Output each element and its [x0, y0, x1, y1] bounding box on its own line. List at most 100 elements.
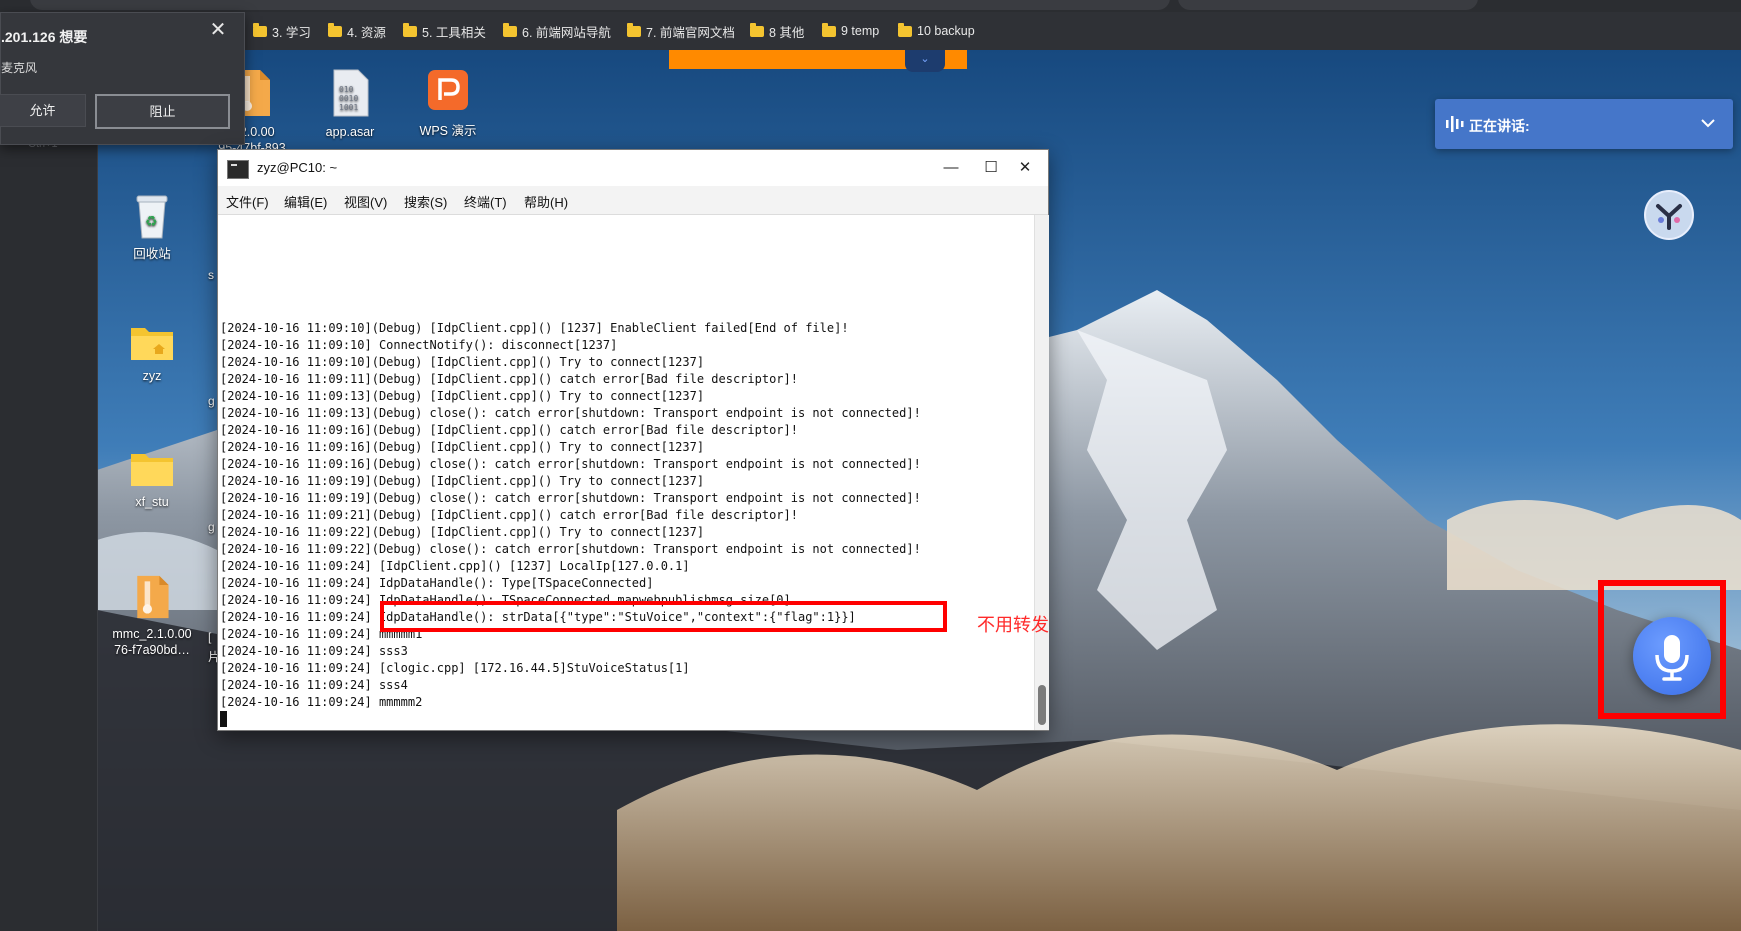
home-folder-icon: [131, 328, 173, 360]
terminal-line: [2024-10-16 11:09:11](Debug) [IdpClient.…: [220, 372, 798, 386]
terminal-window: zyz@PC10: ~ — ☐ ✕ 文件(F) 编辑(E) 视图(V) 搜索(S…: [217, 149, 1049, 731]
terminal-line: [2024-10-16 11:09:19](Debug) [IdpClient.…: [220, 474, 705, 488]
terminal-title: zyz@PC10: ~: [257, 160, 338, 175]
allow-button[interactable]: 允许: [0, 94, 86, 127]
desktop-icon-label: zyz: [142, 369, 162, 383]
terminal-line: [2024-10-16 11:09:16](Debug) close(): ca…: [220, 457, 921, 471]
desktop-icon-label: 回收站: [133, 247, 171, 261]
close-button[interactable]: ✕: [1008, 154, 1042, 182]
permission-title: .201.126 想要: [1, 29, 88, 45]
bookmark-folder[interactable]: 4. 资源: [328, 20, 386, 42]
bookmark-folder[interactable]: 6. 前端网站导航: [503, 20, 611, 42]
desktop-icon-label: xf_stu: [135, 495, 169, 509]
terminal-line: [2024-10-16 11:09:16](Debug) [IdpClient.…: [220, 440, 705, 454]
terminal-line: [2024-10-16 11:09:10](Debug) [IdpClient.…: [220, 355, 705, 369]
desktop-icon-recycle-bin[interactable]: ♻ 回收站: [112, 194, 192, 262]
minimize-button[interactable]: —: [934, 154, 968, 182]
terminal-line: [2024-10-16 11:09:10] ConnectNotify(): d…: [220, 338, 618, 352]
microphone-button[interactable]: [1633, 617, 1711, 695]
terminal-scrollbar[interactable]: [1034, 215, 1049, 730]
desktop-icon-label: WPS 演示: [419, 124, 477, 138]
highlight-box-strdata: [380, 601, 947, 632]
terminal-titlebar[interactable]: zyz@PC10: ~ — ☐ ✕: [218, 150, 1048, 186]
browser-side-panel: [0, 50, 98, 931]
desktop-icon-archive[interactable]: mmc_2.1.0.00 76-f7a90bd…: [112, 574, 192, 658]
terminal-line: [2024-10-16 11:09:10](Debug) [IdpClient.…: [220, 321, 849, 335]
folder-icon: [750, 22, 764, 37]
microphone-icon: [1655, 635, 1689, 681]
speaking-indicator[interactable]: 正在讲话:: [1435, 99, 1733, 149]
terminal-line: [2024-10-16 11:09:13](Debug) [IdpClient.…: [220, 389, 705, 403]
desktop-icon-home-folder[interactable]: zyz: [112, 322, 192, 384]
desktop-icon-wps[interactable]: WPS 演示: [408, 68, 488, 139]
microphone-permission-popup: .201.126 想要 麦克风 ✕ 允许 阻止: [0, 12, 245, 145]
archive-icon: [137, 575, 169, 619]
bookmark-folder[interactable]: 5. 工具相关: [403, 20, 486, 42]
terminal-line: [2024-10-16 11:09:22](Debug) close(): ca…: [220, 542, 921, 556]
terminal-line: [2024-10-16 11:09:16](Debug) [IdpClient.…: [220, 423, 798, 437]
speaking-label: 正在讲话:: [1469, 118, 1530, 134]
menu-help[interactable]: 帮助(H): [524, 192, 568, 211]
menu-file[interactable]: 文件(F): [226, 192, 269, 211]
desktop-icon-label: app.asar: [325, 125, 375, 139]
folder-icon: [131, 454, 173, 486]
wps-presentation-icon: [428, 70, 468, 110]
close-icon[interactable]: ✕: [207, 19, 229, 41]
partial-icon-label: s: [208, 268, 214, 282]
menu-terminal[interactable]: 终端(T): [464, 192, 507, 211]
bookmark-folder[interactable]: 10 backup: [898, 20, 975, 42]
terminal-line: [2024-10-16 11:09:24] mmmmm2: [220, 695, 423, 709]
menu-search[interactable]: 搜索(S): [404, 192, 447, 211]
chevron-down-icon[interactable]: [1701, 118, 1715, 128]
terminal-line: [2024-10-16 11:09:24] [IdpClient.cpp]() …: [220, 559, 690, 573]
terminal-line: [2024-10-16 11:09:24] sss4: [220, 678, 408, 692]
folder-icon: [898, 22, 912, 37]
bookmark-folder[interactable]: 8 其他: [750, 20, 804, 42]
svg-text:0010: 0010: [339, 94, 358, 103]
bookmarks-bar: 3. 学习 4. 资源 5. 工具相关 6. 前端网站导航 7. 前端官网文档 …: [0, 12, 1741, 50]
terminal-line: [2024-10-16 11:09:13](Debug) close(): ca…: [220, 406, 921, 420]
folder-icon: [822, 22, 836, 37]
svg-text:010: 010: [339, 85, 354, 94]
bookmark-folder[interactable]: 9 temp: [822, 20, 879, 42]
maximize-button[interactable]: ☐: [974, 154, 1008, 182]
sound-wave-icon: [1446, 116, 1464, 132]
annotation-note: 不用转发: [977, 615, 1049, 636]
terminal-output[interactable]: [2024-10-16 11:09:10](Debug) [IdpClient.…: [218, 215, 1034, 730]
partial-icon-label: g: [208, 394, 215, 408]
terminal-cursor: [220, 711, 227, 727]
address-bar[interactable]: [30, 0, 1170, 10]
share-bar-toggle[interactable]: ⌄: [905, 50, 945, 72]
desktop-icon-folder[interactable]: xf_stu: [112, 448, 192, 510]
terminal-line: [2024-10-16 11:09:24] IdpDataHandle(): T…: [220, 576, 654, 590]
svg-text:1001: 1001: [339, 103, 358, 112]
browser-search-box[interactable]: [1178, 0, 1478, 10]
terminal-menubar: 文件(F) 编辑(E) 视图(V) 搜索(S) 终端(T) 帮助(H): [218, 186, 1048, 215]
desktop-icon-app-asar[interactable]: 010 0010 1001 app.asar: [310, 68, 390, 140]
assistant-bot-button[interactable]: [1644, 190, 1694, 240]
bookmark-folder[interactable]: 7. 前端官网文档: [627, 20, 735, 42]
terminal-line: [2024-10-16 11:09:19](Debug) close(): ca…: [220, 491, 921, 505]
binary-file-icon: 010 0010 1001: [333, 69, 369, 117]
desktop-icon-label-extra: 76-f7a90bd…: [114, 643, 190, 657]
folder-icon: [403, 22, 417, 37]
folder-icon: [328, 22, 342, 37]
folder-icon: [627, 22, 641, 37]
terminal-icon: [227, 160, 249, 179]
block-button[interactable]: 阻止: [95, 94, 230, 129]
menu-view[interactable]: 视图(V): [344, 192, 387, 211]
folder-icon: [253, 22, 267, 37]
partial-icon-label: [: [208, 630, 212, 644]
robot-logo-icon: [1656, 204, 1682, 230]
chevron-down-icon: ⌄: [920, 53, 930, 65]
menu-edit[interactable]: 编辑(E): [284, 192, 327, 211]
terminal-line: [2024-10-16 11:09:22](Debug) [IdpClient.…: [220, 525, 705, 539]
scrollbar-thumb[interactable]: [1038, 685, 1046, 725]
terminal-line: [2024-10-16 11:09:24] [clogic.cpp] [172.…: [220, 661, 690, 675]
bookmark-folder[interactable]: 3. 学习: [253, 20, 311, 42]
partial-icon-label: g: [208, 520, 215, 534]
terminal-lines: [2024-10-16 11:09:10](Debug) [IdpClient.…: [220, 320, 921, 711]
svg-text:♻: ♻: [145, 213, 158, 229]
terminal-line: [2024-10-16 11:09:24] sss3: [220, 644, 408, 658]
recycle-bin-icon: ♻: [136, 195, 168, 239]
